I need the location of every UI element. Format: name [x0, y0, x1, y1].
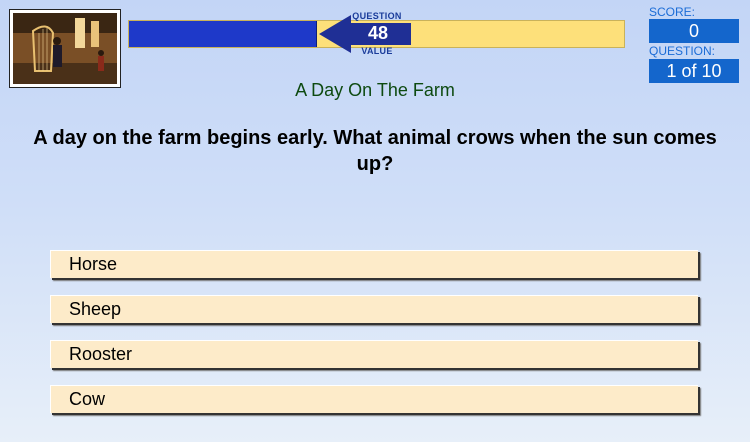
- question-value: 48: [351, 23, 405, 44]
- answer-label: Rooster: [69, 344, 133, 364]
- harp-player-image: [13, 13, 117, 84]
- question-counter-label: QUESTION:: [649, 44, 716, 58]
- answer-button-2[interactable]: Sheep: [50, 295, 698, 323]
- question-value-bar-fill: [129, 21, 318, 47]
- answer-button-1[interactable]: Horse: [50, 250, 698, 278]
- answer-button-4[interactable]: Cow: [50, 385, 698, 413]
- question-value-label-top: QUESTION: [352, 11, 402, 21]
- question-text: A day on the farm begins early. What ani…: [33, 127, 717, 175]
- question-value-label-bottom: VALUE: [361, 46, 393, 56]
- category-title: A Day On The Farm: [295, 80, 455, 100]
- answer-label: Horse: [69, 254, 118, 274]
- category-photo: [9, 9, 121, 88]
- answer-label: Sheep: [69, 299, 122, 319]
- answer-label: Cow: [69, 389, 106, 409]
- score-value: 0: [649, 19, 739, 43]
- answer-button-3[interactable]: Rooster: [50, 340, 698, 368]
- score-label: SCORE:: [649, 5, 696, 19]
